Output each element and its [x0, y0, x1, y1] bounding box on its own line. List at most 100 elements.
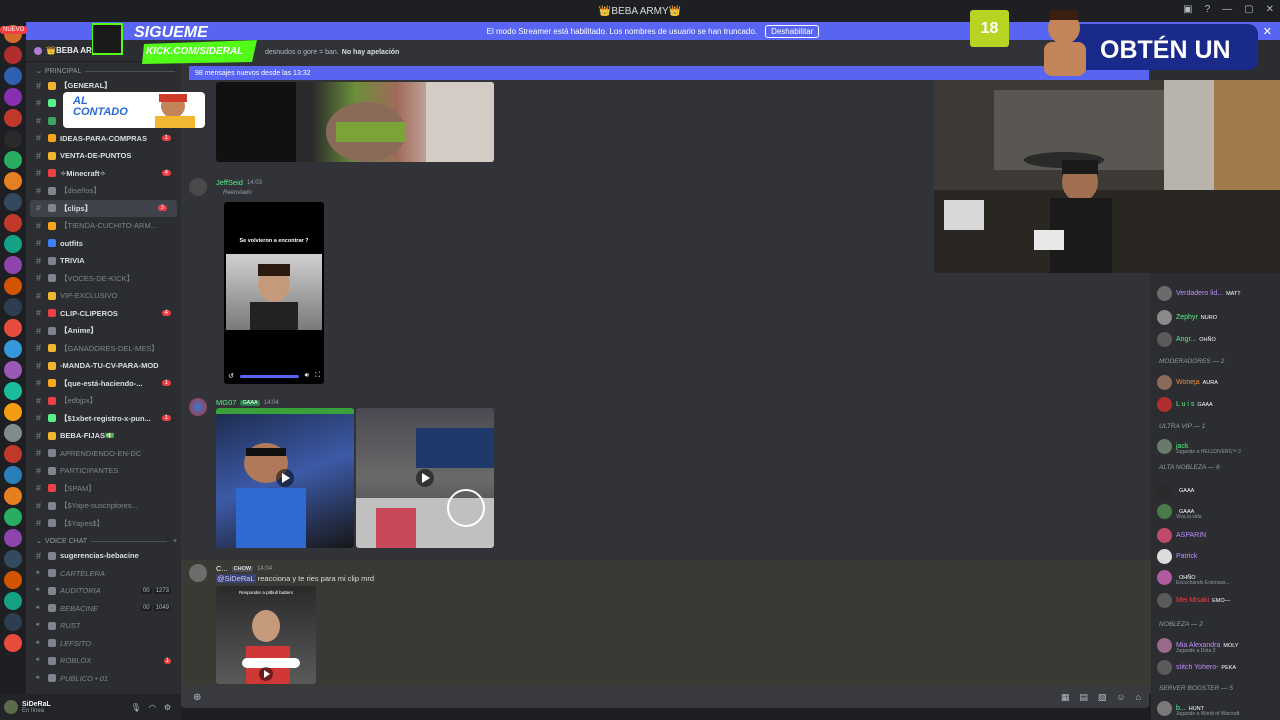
member-item[interactable]: GAAA Viva la vida	[1157, 504, 1279, 520]
channel-item[interactable]: # 【diseños】	[26, 182, 181, 200]
message-image[interactable]	[216, 82, 494, 162]
member-item[interactable]: Woneja AURA	[1157, 375, 1279, 390]
video-thumbnail[interactable]	[216, 408, 354, 548]
member-item[interactable]: Mei Misaki EMO—	[1157, 593, 1279, 608]
voice-channel-item[interactable]: 🔊︎ CARTELERA	[26, 565, 181, 583]
channel-item[interactable]: # 【$1xbet-registro-x-pun... 1	[26, 410, 181, 428]
apps-icon[interactable]: ⌂	[1136, 692, 1141, 703]
member-item[interactable]: Patrick	[1157, 549, 1279, 564]
disable-streamer-button[interactable]: Deshabilitar	[765, 24, 820, 38]
channel-item[interactable]: # CLIP-CLIPEROS 4	[26, 305, 181, 323]
category-voice[interactable]: ⌄ VOICE CHAT +	[26, 532, 181, 547]
server-icon[interactable]	[4, 403, 22, 421]
channel-item[interactable]: # 【que-está-haciendo-... 1	[26, 375, 181, 393]
voice-channel-item[interactable]: 🔊︎ PUBLICO • 01	[26, 670, 181, 688]
member-item[interactable]: GAAA	[1157, 483, 1279, 498]
member-item[interactable]: L u i s GAAA	[1157, 397, 1279, 412]
member-item[interactable]: b... HUNT Jugando a World of Warcraft	[1157, 701, 1279, 717]
avatar[interactable]	[189, 178, 207, 196]
server-icon[interactable]	[4, 67, 22, 85]
server-icon[interactable]	[4, 172, 22, 190]
gif-icon[interactable]: ▤	[1079, 692, 1088, 703]
server-icon[interactable]	[4, 592, 22, 610]
member-item[interactable]: jack Jugando a HELLDIVERS™ 2	[1157, 439, 1279, 455]
close-notice-icon[interactable]: ✕	[1263, 25, 1272, 38]
server-icon[interactable]	[4, 550, 22, 568]
server-icon[interactable]	[4, 319, 22, 337]
channel-item[interactable]: # VIP-EXCLUSIVO	[26, 287, 181, 305]
server-icon[interactable]	[4, 256, 22, 274]
message-author[interactable]: JeffSeid	[216, 178, 243, 187]
server-icon[interactable]	[4, 634, 22, 652]
video-thumbnail[interactable]	[356, 408, 494, 548]
channel-item[interactable]: # ✧Minecraft✧ 4	[26, 165, 181, 183]
server-icon[interactable]	[4, 466, 22, 484]
server-icon[interactable]	[4, 382, 22, 400]
channel-item[interactable]: # 【GANADORES-DEL-MES】	[26, 340, 181, 358]
channel-item[interactable]: # 【Anime】	[26, 322, 181, 340]
replay-icon[interactable]: ↺	[228, 372, 234, 380]
member-item[interactable]: Zephyr NURO	[1157, 310, 1279, 325]
voice-channel-item[interactable]: 🔊︎ AUDITORIA 00 1273	[26, 582, 181, 600]
video-embed[interactable]: Se volvieron a encontrar ? ↺ 🔊︎ ⛶	[224, 202, 324, 384]
volume-icon[interactable]: 🔊︎	[305, 372, 309, 380]
message-author[interactable]: C...	[216, 564, 228, 573]
new-messages-bar[interactable]: 98 mensajes nuevos desde las 13:32	[189, 66, 1149, 80]
user-mention[interactable]: @SiDeRaL	[216, 574, 256, 583]
server-icon[interactable]	[4, 445, 22, 463]
avatar[interactable]	[189, 398, 207, 416]
server-icon[interactable]	[4, 340, 22, 358]
avatar[interactable]	[189, 564, 207, 582]
server-icon[interactable]	[4, 424, 22, 442]
channel-item[interactable]: # BEBA-FIJAS💵	[26, 427, 181, 445]
channel-item[interactable]: # 【edbjpx】	[26, 392, 181, 410]
voice-channel-item[interactable]: 🔊︎ LEFSITO	[26, 635, 181, 653]
member-item[interactable]: Angr... OHÑO	[1157, 332, 1279, 347]
channel-item[interactable]: # 【VOCES-DE-KICK】	[26, 270, 181, 288]
channel-item[interactable]: # outfits	[26, 235, 181, 253]
emoji-icon[interactable]: ☺	[1116, 692, 1125, 703]
member-item[interactable]: Mia Alexandra MOLY Jugando a Dota 2	[1157, 638, 1279, 654]
video-thumbnail[interactable]: Responder a pitbull butters	[216, 586, 316, 684]
server-icon[interactable]	[4, 361, 22, 379]
server-icon[interactable]	[4, 193, 22, 211]
avatar[interactable]	[4, 700, 18, 714]
channel-item[interactable]: # PARTICIPANTES	[26, 462, 181, 480]
server-icon[interactable]	[4, 508, 22, 526]
server-icon[interactable]	[4, 214, 22, 232]
server-icon[interactable]	[4, 571, 22, 589]
close-window-icon[interactable]: ✕	[1266, 4, 1274, 15]
channel-item[interactable]: # IDEAS-PARA-COMPRAS 1	[26, 130, 181, 148]
member-item[interactable]: Verdadero lid... MATT	[1157, 286, 1279, 301]
server-icon[interactable]	[4, 235, 22, 253]
channel-item[interactable]: # TRIVIA	[26, 252, 181, 270]
gift-icon[interactable]: ▦	[1061, 692, 1070, 703]
channel-item[interactable]: # -MANDA-TU-CV-PARA-MOD	[26, 357, 181, 375]
voice-channel-item[interactable]: 🔊︎ BEBACINE 00 1049	[26, 600, 181, 618]
member-item[interactable]: OHÑO Escuchando Extensas...	[1157, 570, 1279, 586]
video-progress[interactable]	[239, 374, 299, 378]
message-composer[interactable]: ⊕ ▦ ▤ ▧ ☺ ⌂	[181, 686, 1149, 708]
member-item[interactable]: stitch Yohero- PEKA	[1157, 660, 1279, 675]
server-icon[interactable]	[4, 277, 22, 295]
gear-icon[interactable]: ⚙	[164, 703, 171, 712]
channel-item[interactable]: # 【TIENDA-CUCHITO-ARM...	[26, 217, 181, 235]
server-icon[interactable]	[4, 88, 22, 106]
server-icon[interactable]	[4, 298, 22, 316]
server-icon[interactable]	[4, 487, 22, 505]
server-icon[interactable]	[4, 529, 22, 547]
channel-item[interactable]: # VENTA-DE-PUNTOS	[26, 147, 181, 165]
add-attachment-icon[interactable]: ⊕	[193, 692, 201, 703]
server-icon[interactable]	[4, 46, 22, 64]
channel-item[interactable]: # sugerencias-bebacine	[26, 547, 181, 565]
microphone-icon[interactable]: 🎙︎	[131, 703, 141, 712]
channel-item[interactable]: # APRENDIENDO-EN-DC	[26, 445, 181, 463]
voice-channel-item[interactable]: 🔊︎ RUST	[26, 617, 181, 635]
channel-item[interactable]: # 【$Yape-suscriptores...	[26, 497, 181, 515]
message-author[interactable]: MG07	[216, 398, 236, 407]
member-item[interactable]: ASPARIN	[1157, 528, 1279, 543]
channel-item[interactable]: # 【SPAM】	[26, 480, 181, 498]
voice-channel-item[interactable]: 🔊︎ ROBLOX 1	[26, 652, 181, 670]
channel-item[interactable]: # 【$Yapes$】	[26, 515, 181, 533]
server-icon[interactable]	[4, 109, 22, 127]
